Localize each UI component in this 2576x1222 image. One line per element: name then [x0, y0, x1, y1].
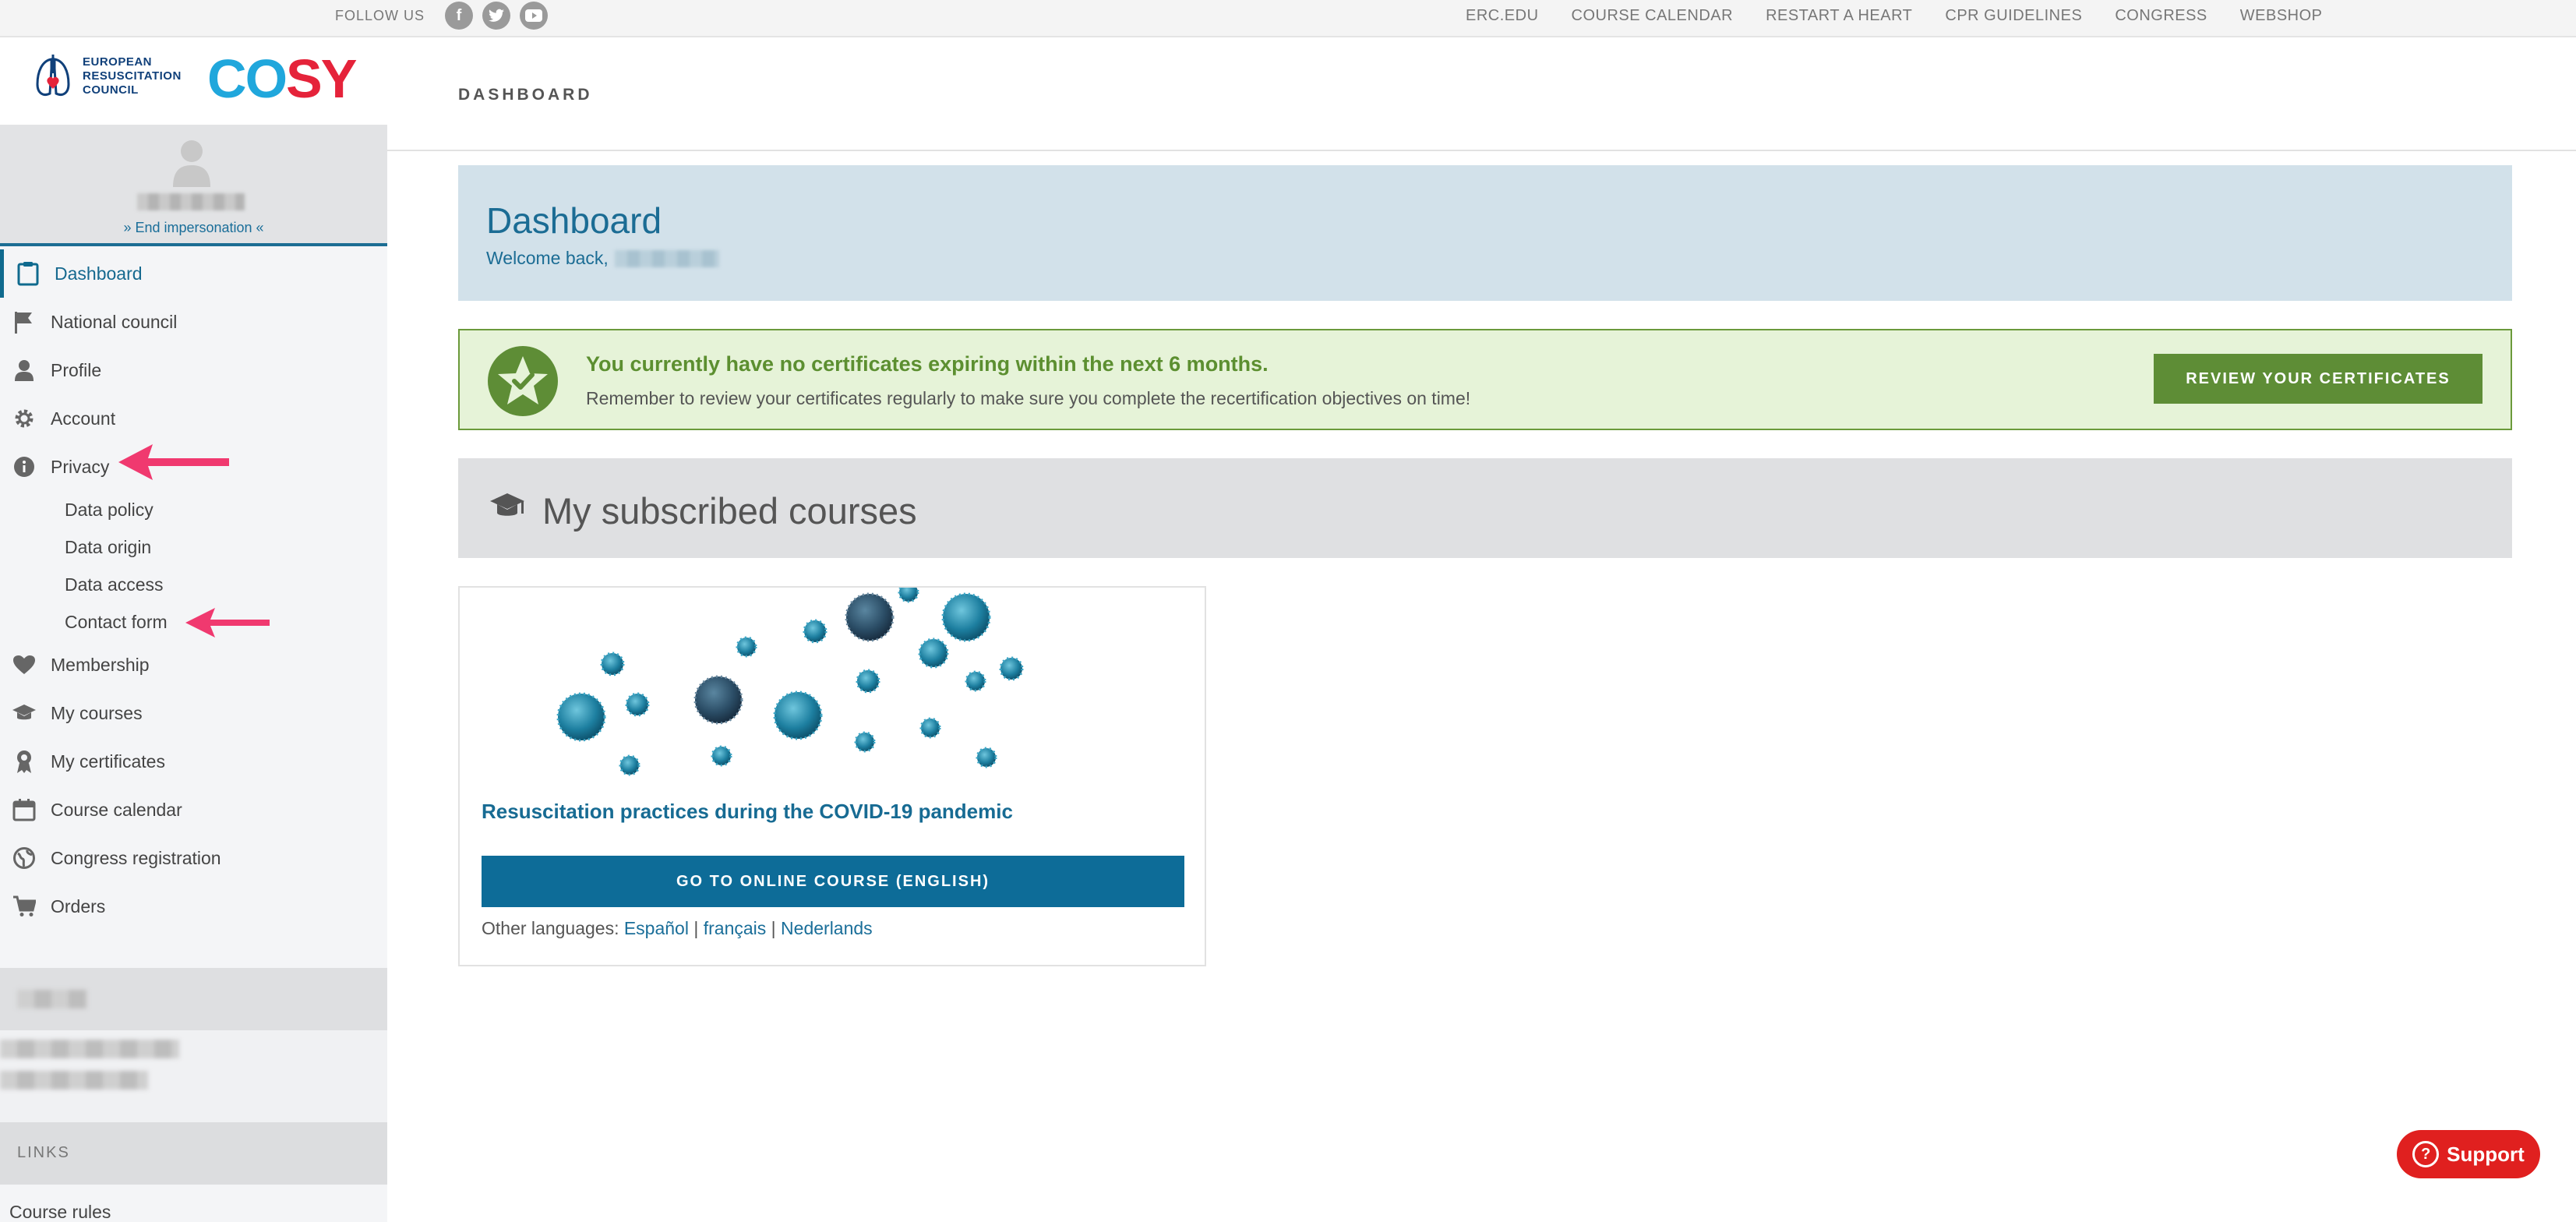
nav-cpr-guidelines[interactable]: CPR GUIDELINES	[1945, 7, 2082, 25]
support-button[interactable]: ? Support	[2397, 1130, 2540, 1178]
certificate-notice-text: Remember to review your certificates reg…	[586, 388, 1471, 408]
globe-icon	[11, 845, 37, 871]
annotation-arrow-privacy	[118, 444, 229, 480]
cosy-logo[interactable]: COSY	[207, 51, 357, 106]
language-link-nederlands[interactable]: Nederlands	[781, 918, 873, 938]
calendar-icon	[11, 796, 37, 823]
sidebar-item-my-certificates[interactable]: My certificates	[0, 737, 387, 786]
certificate-notice-title: You currently have no certificates expir…	[586, 352, 1269, 376]
review-certificates-button[interactable]: REVIEW YOUR CERTIFICATES	[2154, 354, 2482, 404]
link-course-rules[interactable]: Course rules	[9, 1202, 111, 1222]
sidebar-item-label: Membership	[51, 654, 150, 675]
twitter-icon[interactable]	[482, 2, 511, 30]
annotation-arrow-contact-form	[185, 608, 270, 637]
sidebar-item-my-courses[interactable]: My courses	[0, 689, 387, 737]
clipboard-icon	[15, 260, 41, 287]
sidebar-item-course-calendar[interactable]: Course calendar	[0, 786, 387, 834]
page-heading: DASHBOARD	[458, 86, 593, 104]
sidebar-item-label: National council	[51, 311, 178, 332]
go-to-online-course-button[interactable]: GO TO ONLINE COURSE (ENGLISH)	[482, 856, 1184, 907]
page-header: DASHBOARD	[387, 37, 2576, 151]
sidebar-item-account[interactable]: Account	[0, 394, 387, 443]
redacted-panel-body	[0, 1030, 387, 1122]
dashboard-title: Dashboard	[486, 200, 662, 241]
language-link-espanol[interactable]: Español	[624, 918, 689, 938]
privacy-sub-data-policy[interactable]: Data policy	[0, 491, 387, 528]
nav-erc-edu[interactable]: ERC.EDU	[1466, 7, 1539, 25]
sidebar-item-national-council[interactable]: National council	[0, 298, 387, 346]
top-nav: ERC.EDU COURSE CALENDAR RESTART A HEART …	[1466, 0, 2323, 31]
certificate-notice: You currently have no certificates expir…	[458, 329, 2512, 430]
user-icon	[11, 357, 37, 383]
sidebar-item-profile[interactable]: Profile	[0, 346, 387, 394]
graduation-cap-icon	[11, 700, 37, 726]
redacted-username	[614, 249, 719, 267]
sidebar-item-label: Dashboard	[55, 263, 143, 284]
sidebar-item-label: Orders	[51, 895, 106, 916]
language-link-francais[interactable]: français	[704, 918, 767, 938]
avatar-placeholder-icon	[173, 140, 210, 187]
welcome-message: Welcome back,	[486, 248, 719, 269]
youtube-icon[interactable]	[520, 2, 549, 30]
erc-wordmark: EUROPEAN RESUSCITATION COUNCIL	[83, 55, 182, 97]
redacted-user-name	[137, 193, 245, 210]
course-card: Resuscitation practices during the COVID…	[458, 586, 1206, 966]
cart-icon	[11, 893, 37, 920]
sidebar-item-label: Course calendar	[51, 799, 182, 820]
nav-restart-a-heart[interactable]: RESTART A HEART	[1766, 7, 1912, 25]
sidebar-item-label: My courses	[51, 702, 143, 723]
sidebar-item-membership[interactable]: Membership	[0, 641, 387, 689]
sidebar-item-label: Congress registration	[51, 847, 221, 868]
facebook-icon[interactable]: f	[445, 2, 474, 30]
sidebar-menu: Dashboard National council Profile Accou…	[0, 249, 387, 931]
flag-icon	[11, 309, 37, 335]
gear-icon	[11, 405, 37, 432]
dashboard-welcome-panel: Dashboard Welcome back,	[458, 165, 2512, 301]
top-bar: FOLLOW US f ERC.EDU COURSE CALENDAR REST…	[0, 0, 2576, 37]
sidebar-item-orders[interactable]: Orders	[0, 882, 387, 931]
nav-congress[interactable]: CONGRESS	[2115, 7, 2207, 25]
privacy-sub-data-origin[interactable]: Data origin	[0, 528, 387, 566]
follow-us-label: FOLLOW US	[335, 7, 425, 23]
award-icon	[11, 748, 37, 775]
course-title[interactable]: Resuscitation practices during the COVID…	[482, 800, 1013, 824]
other-languages: Other languages: Español | français | Ne…	[482, 918, 873, 938]
graduation-cap-icon	[490, 493, 524, 516]
covid-virus-course-image[interactable]	[460, 588, 1205, 782]
links-heading: LINKS	[0, 1122, 387, 1185]
sidebar-item-congress-registration[interactable]: Congress registration	[0, 834, 387, 882]
privacy-sub-data-access[interactable]: Data access	[0, 566, 387, 603]
sidebar-item-label: Privacy	[51, 456, 110, 477]
user-panel: » End impersonation «	[0, 125, 387, 246]
nav-course-calendar[interactable]: COURSE CALENDAR	[1572, 7, 1734, 25]
heart-icon	[11, 652, 37, 678]
end-impersonation-link[interactable]: » End impersonation «	[0, 220, 387, 236]
erc-lungs-logo-icon	[36, 55, 70, 96]
star-badge-icon	[488, 346, 558, 416]
subscribed-courses-header: My subscribed courses	[458, 458, 2512, 558]
subscribed-courses-title: My subscribed courses	[542, 490, 917, 532]
help-icon: ?	[2412, 1141, 2440, 1167]
info-icon	[11, 454, 37, 480]
follow-us: FOLLOW US f	[335, 0, 549, 31]
sidebar-item-label: Account	[51, 408, 116, 429]
sidebar-item-label: My certificates	[51, 751, 165, 772]
logo-area: EUROPEAN RESUSCITATION COUNCIL COSY	[0, 37, 387, 125]
sidebar-item-label: Profile	[51, 359, 102, 380]
nav-webshop[interactable]: WEBSHOP	[2240, 7, 2323, 25]
sidebar-item-dashboard[interactable]: Dashboard	[0, 249, 387, 298]
redacted-panel-header	[0, 968, 387, 1030]
erc-logo[interactable]: EUROPEAN RESUSCITATION COUNCIL	[31, 53, 182, 100]
